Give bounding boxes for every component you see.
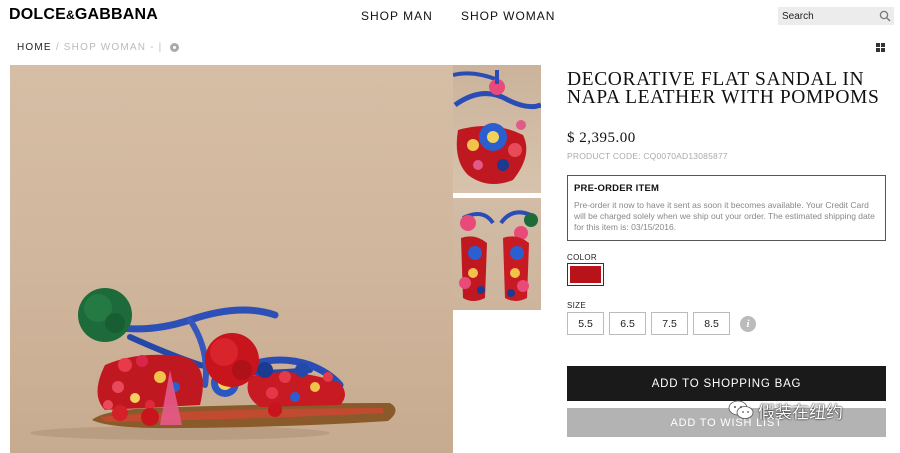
sandal-illustration <box>30 288 396 440</box>
preorder-text: Pre-order it now to have it sent as soon… <box>574 200 875 232</box>
search-input[interactable] <box>782 9 874 23</box>
watermark: 假装在纽约 <box>728 398 843 423</box>
breadcrumb-current[interactable]: SHOP WOMAN - | <box>64 42 163 53</box>
color-swatch-red[interactable] <box>567 263 604 286</box>
size-label: SIZE <box>567 301 586 310</box>
product-price: $ 2,395.00 <box>567 130 636 146</box>
product-thumbnail-2[interactable] <box>453 198 541 310</box>
logo-end-text: GABBANA <box>74 6 159 23</box>
product-title: DECORATIVE FLAT SANDAL IN NAPA LEATHER W… <box>567 69 880 108</box>
nav-shop-woman[interactable]: SHOP WOMAN <box>461 9 555 23</box>
size-option[interactable]: 5.5 <box>567 312 604 335</box>
color-swatch-fill <box>570 266 601 283</box>
breadcrumb-close-icon[interactable] <box>170 43 180 52</box>
thumbnail-sandal-top-view <box>453 70 541 184</box>
search-icon[interactable] <box>879 10 891 22</box>
wechat-icon <box>728 400 754 419</box>
thumbnail-sandal-pair <box>459 210 538 301</box>
breadcrumb-separator: / <box>55 42 60 53</box>
preorder-notice: PRE-ORDER ITEM Pre-order it now to have … <box>567 175 886 241</box>
product-main-image[interactable] <box>10 65 453 453</box>
grid-view-icon[interactable] <box>876 43 885 52</box>
logo-ampersand: & <box>66 8 75 22</box>
search-bar <box>778 7 894 25</box>
color-label: COLOR <box>567 253 597 262</box>
breadcrumb: HOME / SHOP WOMAN - | <box>17 42 180 53</box>
breadcrumb-home[interactable]: HOME <box>17 42 52 53</box>
add-to-bag-button[interactable]: ADD TO SHOPPING BAG <box>567 366 886 401</box>
brand-logo[interactable]: DOLCE&GABBANA <box>9 6 158 24</box>
size-option[interactable]: 6.5 <box>609 312 646 335</box>
size-option[interactable]: 8.5 <box>693 312 730 335</box>
product-thumbnail-1[interactable] <box>453 65 541 193</box>
product-code: PRODUCT CODE: CQ0070AD13085877 <box>567 151 728 161</box>
size-info-icon[interactable]: i <box>740 316 756 332</box>
nav-shop-man[interactable]: SHOP MAN <box>361 9 433 23</box>
watermark-text: 假装在纽约 <box>758 402 843 423</box>
preorder-title: PRE-ORDER ITEM <box>574 183 660 194</box>
site-header: DOLCE&GABBANA SHOP MAN SHOP WOMAN <box>0 0 900 34</box>
size-option[interactable]: 7.5 <box>651 312 688 335</box>
logo-main-text: DOLCE <box>9 6 66 23</box>
